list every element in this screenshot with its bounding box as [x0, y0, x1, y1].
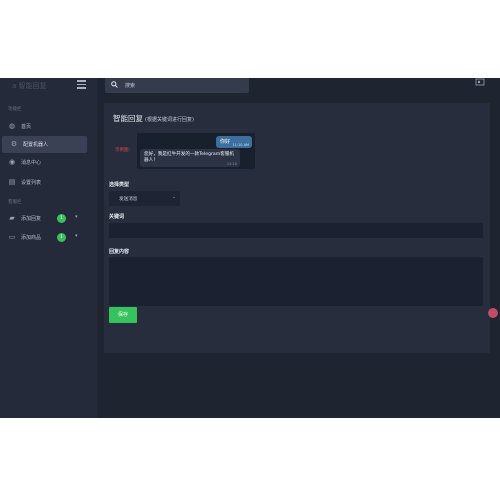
chat-preview-image: 你好 11:10 AM 您好，我是红牛开发的一款Telegram客服机器人！ 1…: [137, 133, 255, 169]
sidebar-item-add-product[interactable]: ▭ 添加商品 1 ▾: [0, 229, 97, 246]
type-select[interactable]: 发送消息 ⌄: [109, 191, 180, 206]
chevron-down-icon[interactable]: ▾: [75, 214, 78, 220]
chat-icon: ▰: [9, 214, 15, 222]
incoming-message: 您好，我是红牛开发的一款Telegram客服机器人！ 11:10: [140, 149, 240, 167]
search-icon: [111, 81, 118, 88]
sidebar-item-label: 添加商品: [21, 235, 42, 241]
sidebar-item-bot-config[interactable]: ⚙ 配置机器人: [2, 136, 87, 153]
sidebar-item-label: 消息中心: [21, 160, 42, 166]
floating-action-icon[interactable]: [488, 308, 498, 318]
count-badge: 1: [57, 214, 66, 223]
brand-name: a 智能回复: [12, 82, 47, 90]
type-select-value: 发送消息: [119, 197, 138, 202]
sidebar: a 智能回复 功能栏 ◍ 首页 ⚙ 配置机器人 ◉ 消息中心 ▤ 设置列表 客服…: [0, 78, 97, 418]
reply-content-textarea[interactable]: [109, 257, 483, 306]
dashboard-icon: ◍: [8, 122, 16, 130]
globe-icon: ◉: [8, 158, 16, 166]
content-label: 回复内容: [109, 249, 130, 255]
sidebar-item-label: 配置机器人: [23, 142, 49, 148]
page-subtitle: (根据关键词进行回复): [145, 117, 194, 123]
gear-icon: ⚙: [10, 140, 18, 148]
search-placeholder: 搜索: [125, 83, 136, 89]
sidebar-item-label: 设置列表: [21, 180, 42, 186]
app-window: a 智能回复 功能栏 ◍ 首页 ⚙ 配置机器人 ◉ 消息中心 ▤ 设置列表 客服…: [0, 78, 500, 418]
sidebar-item-label: 添加回复: [21, 216, 42, 222]
page-title-text: 智能回复: [113, 114, 143, 123]
search-input[interactable]: 搜索: [105, 78, 249, 93]
user-avatar-icon[interactable]: [475, 78, 485, 86]
example-label: 示例图:: [115, 148, 131, 153]
page-title: 智能回复 (根据关键词进行回复): [113, 113, 194, 124]
count-badge: 1: [57, 233, 66, 242]
sidebar-item-home[interactable]: ◍ 首页: [0, 118, 97, 135]
keyword-input[interactable]: [109, 223, 483, 238]
chevron-down-icon[interactable]: ▾: [75, 233, 78, 239]
type-label: 选择类型: [109, 182, 130, 188]
keyword-label: 关键词: [109, 214, 125, 220]
outgoing-message-time: 11:10 AM: [232, 143, 249, 147]
outgoing-message: 你好 11:10 AM: [216, 136, 252, 148]
chevron-down-icon: ⌄: [172, 195, 176, 200]
incoming-message-text: 您好，我是红牛开发的一款Telegram客服机器人！: [144, 152, 234, 163]
sidebar-section-function: 功能栏: [8, 107, 22, 112]
sidebar-item-settings-list[interactable]: ▤ 设置列表: [0, 174, 97, 191]
table-icon: ▤: [8, 178, 16, 186]
monitor-icon: ▭: [8, 233, 16, 241]
sidebar-section-service: 客服栏: [8, 200, 22, 205]
brand-row: a 智能回复: [0, 78, 97, 95]
sidebar-item-add-reply[interactable]: ▰ 添加回复 1 ▾: [0, 210, 97, 227]
incoming-message-time: 11:10: [226, 162, 237, 166]
sidebar-item-label: 首页: [21, 124, 32, 130]
hamburger-menu-icon[interactable]: [77, 80, 86, 89]
smart-reply-card: 智能回复 (根据关键词进行回复) 示例图: 你好 11:10 AM 您好，我是红牛…: [104, 103, 490, 353]
save-button[interactable]: 保存: [109, 307, 137, 323]
outgoing-message-text: 你好: [220, 139, 231, 145]
sidebar-item-messages[interactable]: ◉ 消息中心: [0, 154, 97, 171]
